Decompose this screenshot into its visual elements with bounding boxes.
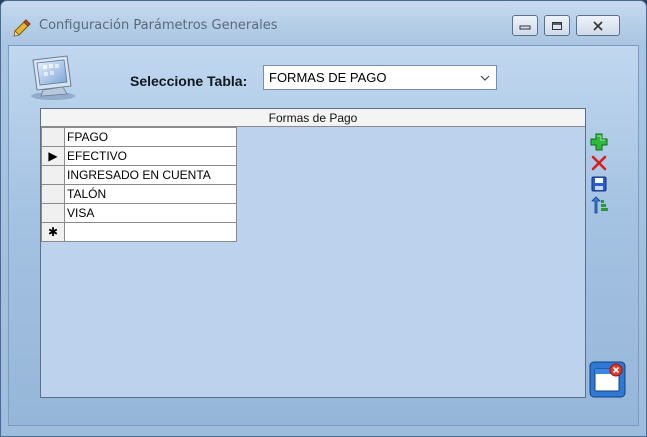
grid-header-row: FPAGO [41, 127, 237, 147]
row-header[interactable] [41, 165, 65, 185]
new-row-indicator[interactable]: ✱ [41, 222, 65, 242]
grid-caption: Formas de Pago [41, 109, 585, 127]
row-header-corner[interactable] [41, 127, 65, 147]
maximize-icon [552, 21, 562, 30]
window-title: Configuración Parámetros Generales [39, 18, 278, 33]
client-area: Seleccione Tabla: FORMAS DE PAGO Formas … [8, 45, 639, 426]
row-header[interactable] [41, 203, 65, 223]
pencil-eraser-icon [12, 17, 32, 37]
data-grid[interactable]: Formas de Pago FPAGO ▶ EFECTIVO INGRESAD… [40, 108, 586, 398]
table-row[interactable]: TALÓN [41, 184, 237, 204]
maximize-button[interactable] [544, 15, 570, 36]
grid-cell[interactable]: VISA [64, 203, 237, 223]
grid-cell[interactable]: TALÓN [64, 184, 237, 204]
table-row[interactable]: ▶ EFECTIVO [41, 146, 237, 166]
grid-table: FPAGO ▶ EFECTIVO INGRESADO EN CUENTA TAL… [41, 127, 237, 242]
main-window: Configuración Parámetros Generales Selec… [0, 0, 647, 437]
title-bar[interactable]: Configuración Parámetros Generales [1, 1, 646, 45]
grid-cell-new[interactable] [64, 222, 237, 242]
minimize-button[interactable] [512, 15, 538, 36]
select-table-label: Seleccione Tabla: [130, 73, 248, 89]
close-window-icon[interactable] [589, 361, 626, 398]
sort-icon[interactable] [590, 196, 608, 214]
table-select[interactable]: FORMAS DE PAGO [263, 65, 497, 90]
grid-cell[interactable]: INGRESADO EN CUENTA [64, 165, 237, 185]
table-row[interactable]: INGRESADO EN CUENTA [41, 165, 237, 185]
save-icon[interactable] [590, 175, 608, 193]
app-config-icon [23, 52, 79, 102]
column-header-fpago[interactable]: FPAGO [64, 127, 237, 147]
delete-icon[interactable] [590, 154, 608, 172]
table-row[interactable]: VISA [41, 203, 237, 223]
chevron-down-icon [480, 75, 490, 81]
close-icon [593, 20, 603, 31]
minimize-icon [519, 25, 531, 29]
close-button[interactable] [576, 15, 620, 36]
row-header[interactable] [41, 184, 65, 204]
current-row-indicator[interactable]: ▶ [41, 146, 65, 166]
grid-cell[interactable]: EFECTIVO [64, 146, 237, 166]
table-select-value: FORMAS DE PAGO [269, 70, 387, 85]
add-icon[interactable] [590, 133, 608, 151]
new-row[interactable]: ✱ [41, 222, 237, 242]
